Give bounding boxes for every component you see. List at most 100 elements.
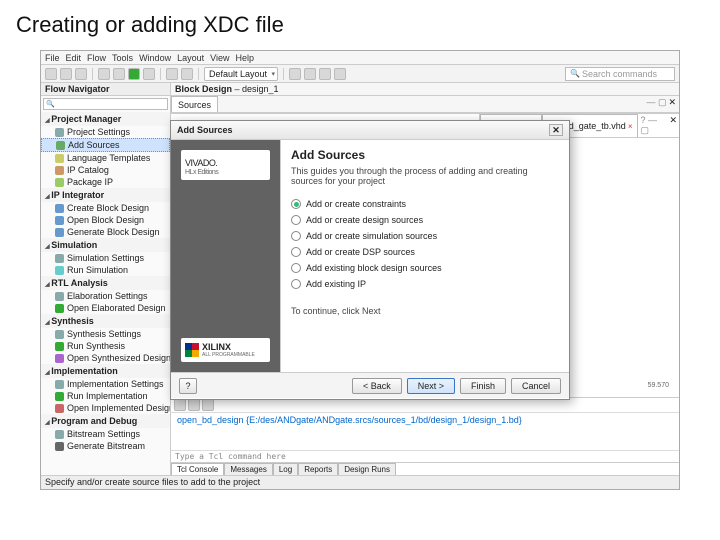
tool-icon[interactable]	[334, 68, 346, 80]
help-button[interactable]: ?	[179, 378, 197, 394]
nav-item[interactable]: Open Implemented Design	[41, 402, 170, 414]
nav-item[interactable]: Open Synthesized Design	[41, 352, 170, 364]
nav-item[interactable]: Project Settings	[41, 126, 170, 138]
tool-icon[interactable]	[304, 68, 316, 80]
console-icon[interactable]	[174, 399, 186, 411]
nav-item[interactable]: Add Sources	[41, 138, 170, 152]
pane-controls: — ▢ ✕	[643, 96, 679, 112]
tool-icon[interactable]	[319, 68, 331, 80]
nav-item-icon	[55, 380, 64, 389]
nav-item[interactable]: Bitstream Settings	[41, 428, 170, 440]
separator	[160, 68, 161, 80]
nav-item[interactable]: Synthesis Settings	[41, 328, 170, 340]
close-icon[interactable]: ✕	[549, 124, 563, 136]
nav-item[interactable]: Run Synthesis	[41, 340, 170, 352]
dashboard-icon[interactable]	[181, 68, 193, 80]
back-button[interactable]: < Back	[352, 378, 402, 394]
nav-group-header[interactable]: Implementation	[41, 364, 170, 378]
nav-item[interactable]: Create Block Design	[41, 202, 170, 214]
menu-tools[interactable]: Tools	[112, 53, 133, 63]
separator	[283, 68, 284, 80]
finish-button[interactable]: Finish	[460, 378, 506, 394]
flow-navigator: Flow Navigator Project ManagerProject Se…	[41, 83, 171, 475]
save-icon[interactable]	[75, 68, 87, 80]
nav-group-header[interactable]: Synthesis	[41, 314, 170, 328]
nav-item[interactable]: Run Implementation	[41, 390, 170, 402]
nav-item[interactable]: Generate Bitstream	[41, 440, 170, 452]
nav-item[interactable]: Package IP	[41, 176, 170, 188]
nav-item-label: Open Elaborated Design	[67, 303, 166, 313]
console-tab[interactable]: Design Runs	[338, 463, 396, 475]
block-design-name: design_1	[242, 84, 279, 94]
menu-edit[interactable]: Edit	[66, 53, 82, 63]
settings-icon[interactable]	[166, 68, 178, 80]
source-type-option[interactable]: Add or create constraints	[291, 196, 559, 212]
run-icon[interactable]	[128, 68, 140, 80]
dialog-sidebar: VIVADO. HLx Editions XILINXALL PROGRAMMA…	[171, 140, 281, 372]
nav-item-label: Run Implementation	[67, 391, 148, 401]
open-icon[interactable]	[60, 68, 72, 80]
layout-dropdown[interactable]: Default Layout	[204, 67, 278, 81]
source-type-option[interactable]: Add existing IP	[291, 276, 559, 292]
nav-group-header[interactable]: IP Integrator	[41, 188, 170, 202]
separator	[198, 68, 199, 80]
console-tab[interactable]: Tcl Console	[171, 463, 224, 475]
nav-item-label: Elaboration Settings	[67, 291, 148, 301]
nav-item-icon	[55, 166, 64, 175]
menu-view[interactable]: View	[210, 53, 229, 63]
tcl-input[interactable]: Type a Tcl command here	[171, 450, 679, 462]
source-type-option[interactable]: Add or create DSP sources	[291, 244, 559, 260]
new-icon[interactable]	[45, 68, 57, 80]
source-type-option[interactable]: Add or create simulation sources	[291, 228, 559, 244]
menu-layout[interactable]: Layout	[177, 53, 204, 63]
menu-file[interactable]: File	[45, 53, 60, 63]
stop-icon[interactable]	[143, 68, 155, 80]
nav-group-header[interactable]: Program and Debug	[41, 414, 170, 428]
nav-item-label: Open Implemented Design	[67, 403, 170, 413]
sources-tab[interactable]: Sources	[171, 96, 218, 112]
console-tab[interactable]: Reports	[298, 463, 338, 475]
nav-item[interactable]: Simulation Settings	[41, 252, 170, 264]
vivado-logo: VIVADO. HLx Editions	[181, 150, 270, 180]
source-type-option[interactable]: Add existing block design sources	[291, 260, 559, 276]
console-tab[interactable]: Log	[273, 463, 298, 475]
menu-flow[interactable]: Flow	[87, 53, 106, 63]
nav-item[interactable]: Generate Block Design	[41, 226, 170, 238]
nav-item[interactable]: Open Elaborated Design	[41, 302, 170, 314]
undo-icon[interactable]	[98, 68, 110, 80]
console-output: open_bd_design {E:/des/ANDgate/ANDgate.s…	[171, 413, 679, 450]
console-icon[interactable]	[188, 399, 200, 411]
tool-icon[interactable]	[289, 68, 301, 80]
xilinx-icon	[185, 343, 199, 357]
close-icon[interactable]: ✕	[668, 97, 676, 111]
close-icon[interactable]: ×	[628, 122, 633, 131]
close-icon[interactable]: ✕	[669, 115, 677, 136]
nav-item-label: Generate Bitstream	[67, 441, 145, 451]
nav-item[interactable]: Language Templates	[41, 152, 170, 164]
nav-group-header[interactable]: Simulation	[41, 238, 170, 252]
next-button[interactable]: Next >	[407, 378, 455, 394]
nav-item[interactable]: Run Simulation	[41, 264, 170, 276]
nav-item-icon	[55, 204, 64, 213]
search-commands[interactable]: Search commands	[565, 67, 675, 81]
nav-group-header[interactable]: Project Manager	[41, 112, 170, 126]
cancel-button[interactable]: Cancel	[511, 378, 561, 394]
nav-item[interactable]: Open Block Design	[41, 214, 170, 226]
source-type-option[interactable]: Add or create design sources	[291, 212, 559, 228]
menu-help[interactable]: Help	[235, 53, 254, 63]
nav-item-icon	[55, 254, 64, 263]
console-tab[interactable]: Messages	[224, 463, 272, 475]
tcl-console: open_bd_design {E:/des/ANDgate/ANDgate.s…	[171, 397, 679, 475]
nav-item-label: Run Synthesis	[67, 341, 125, 351]
nav-item[interactable]: Elaboration Settings	[41, 290, 170, 302]
nav-item[interactable]: Implementation Settings	[41, 378, 170, 390]
nav-search[interactable]	[43, 98, 168, 110]
nav-item[interactable]: IP Catalog	[41, 164, 170, 176]
console-icon[interactable]	[202, 399, 214, 411]
menu-window[interactable]: Window	[139, 53, 171, 63]
dialog-heading: Add Sources	[291, 148, 559, 162]
nav-group-header[interactable]: RTL Analysis	[41, 276, 170, 290]
redo-icon[interactable]	[113, 68, 125, 80]
nav-item-label: Bitstream Settings	[67, 429, 140, 439]
radio-icon	[291, 215, 301, 225]
